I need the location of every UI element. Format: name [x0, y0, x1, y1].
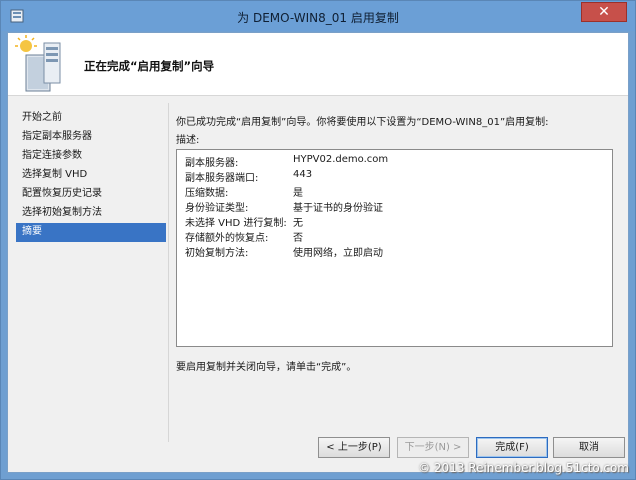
finish-instruction: 要启用复制并关闭向导，请单击“完成”。	[176, 362, 357, 373]
wizard-window: 为 DEMO-WIN8_01 启用复制 ✕ 正在完成“启用复制”向导 开始之前 …	[0, 0, 636, 480]
copyright-watermark: © 2013 Reinember.blog.51cto.com	[418, 461, 629, 475]
summary-key: 存储额外的恢复点:	[185, 233, 269, 244]
nav-divider	[168, 103, 169, 442]
summary-value: 是	[293, 188, 303, 199]
summary-key: 初始复制方法:	[185, 248, 249, 259]
summary-textbox[interactable]: 副本服务器: HYPV02.demo.com 副本服务器端口: 443 压缩数据…	[176, 149, 613, 347]
nav-item-recovery-history[interactable]: 配置恢复历史记录	[16, 185, 166, 204]
description-label: 描述:	[176, 135, 200, 146]
summary-value: 无	[293, 218, 303, 229]
summary-value: HYPV02.demo.com	[293, 154, 389, 165]
close-button[interactable]: ✕	[581, 2, 627, 22]
nav-item-connection-parameters[interactable]: 指定连接参数	[16, 147, 166, 166]
next-button[interactable]: 下一步(N) >	[397, 437, 469, 458]
finish-button[interactable]: 完成(F)	[476, 437, 548, 458]
summary-value: 基于证书的身份验证	[293, 203, 383, 214]
summary-value: 使用网络，立即启动	[293, 248, 383, 259]
nav-item-initial-replication-method[interactable]: 选择初始复制方法	[16, 204, 166, 223]
nav-item-before-you-begin[interactable]: 开始之前	[16, 109, 166, 128]
summary-key: 身份验证类型:	[185, 203, 249, 214]
nav-item-specify-replica-server[interactable]: 指定副本服务器	[16, 128, 166, 147]
summary-value: 否	[293, 233, 303, 244]
wizard-header: 正在完成“启用复制”向导	[8, 33, 628, 96]
summary-key: 副本服务器端口:	[185, 173, 259, 184]
window-title: 为 DEMO-WIN8_01 启用复制	[237, 11, 399, 25]
nav-item-choose-vhds[interactable]: 选择复制 VHD	[16, 166, 166, 185]
previous-button[interactable]: < 上一步(P)	[318, 437, 390, 458]
nav-item-summary[interactable]: 摘要	[16, 223, 166, 242]
wizard-steps-nav: 开始之前 指定副本服务器 指定连接参数 选择复制 VHD 配置恢复历史记录 选择…	[16, 109, 166, 242]
cancel-button[interactable]: 取消	[553, 437, 625, 458]
page-title: 正在完成“启用复制”向导	[84, 59, 215, 73]
wizard-client-area: 正在完成“启用复制”向导 开始之前 指定副本服务器 指定连接参数 选择复制 VH…	[7, 32, 629, 473]
summary-key: 未选择 VHD 进行复制:	[185, 218, 287, 229]
summary-key: 副本服务器:	[185, 158, 239, 169]
summary-value: 443	[293, 169, 313, 180]
summary-key: 压缩数据:	[185, 188, 229, 199]
title-bar[interactable]: 为 DEMO-WIN8_01 启用复制 ✕	[1, 1, 635, 31]
replication-wizard-icon	[15, 35, 61, 92]
intro-text: 你已成功完成“启用复制”向导。你将要使用以下设置为“DEMO-WIN8_01”启…	[176, 117, 549, 128]
